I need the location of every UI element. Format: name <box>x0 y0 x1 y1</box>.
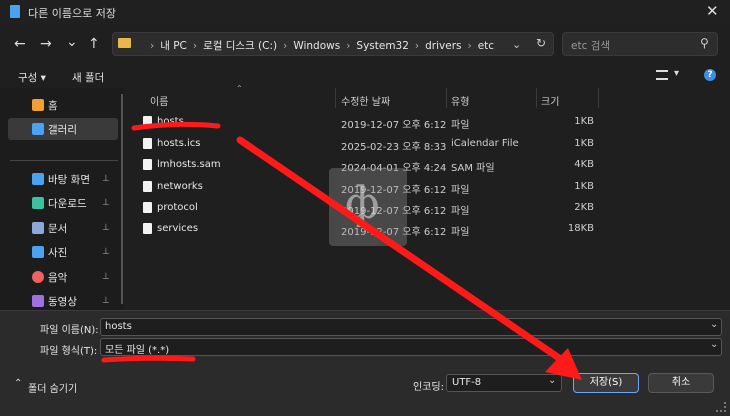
annotation-overlay <box>101 121 582 380</box>
underline-hosts <box>131 121 221 131</box>
underline-filetype <box>101 355 196 363</box>
arrow-shaft <box>236 136 566 364</box>
